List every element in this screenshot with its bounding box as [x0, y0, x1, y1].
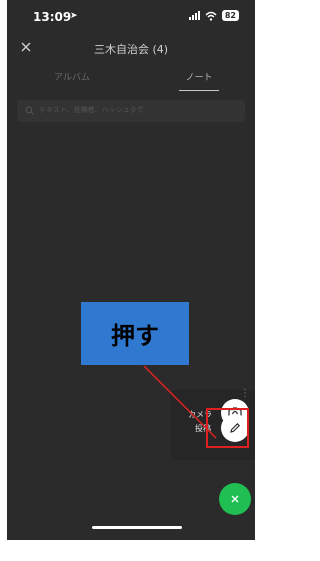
search-input[interactable]: テキスト、投稿者、ハッシュタグ [17, 100, 245, 122]
search-placeholder: テキスト、投稿者、ハッシュタグ [39, 106, 144, 114]
tab-bar: アルバム ノート [7, 68, 255, 92]
tab-album[interactable]: アルバム [37, 70, 107, 83]
close-icon [231, 495, 239, 503]
status-indicators: 82 [188, 10, 239, 21]
active-tab-indicator [179, 90, 219, 91]
tab-note[interactable]: ノート [169, 70, 229, 83]
header: 三木自治会 (4) [7, 36, 255, 60]
signal-icon [188, 11, 200, 20]
page-title: 三木自治会 (4) [93, 43, 169, 56]
search-icon [25, 106, 34, 115]
battery-icon: 82 [221, 10, 239, 21]
close-fab-button[interactable] [219, 483, 251, 515]
more-icon: ⋮ [240, 388, 250, 399]
annotation-highlight-box [206, 408, 249, 448]
status-bar: 13:09 ➤ 82 [7, 0, 255, 34]
app-screen: 13:09 ➤ 82 三木自治会 (4) アルバム ノート テキスト、投稿者、ハ… [7, 0, 255, 540]
home-indicator [92, 526, 182, 529]
location-arrow-icon: ➤ [70, 11, 78, 21]
callout-text: 押す [111, 322, 159, 350]
wifi-icon [205, 11, 217, 21]
annotation-callout: 押す [81, 302, 189, 365]
status-time: 13:09 [33, 10, 72, 24]
